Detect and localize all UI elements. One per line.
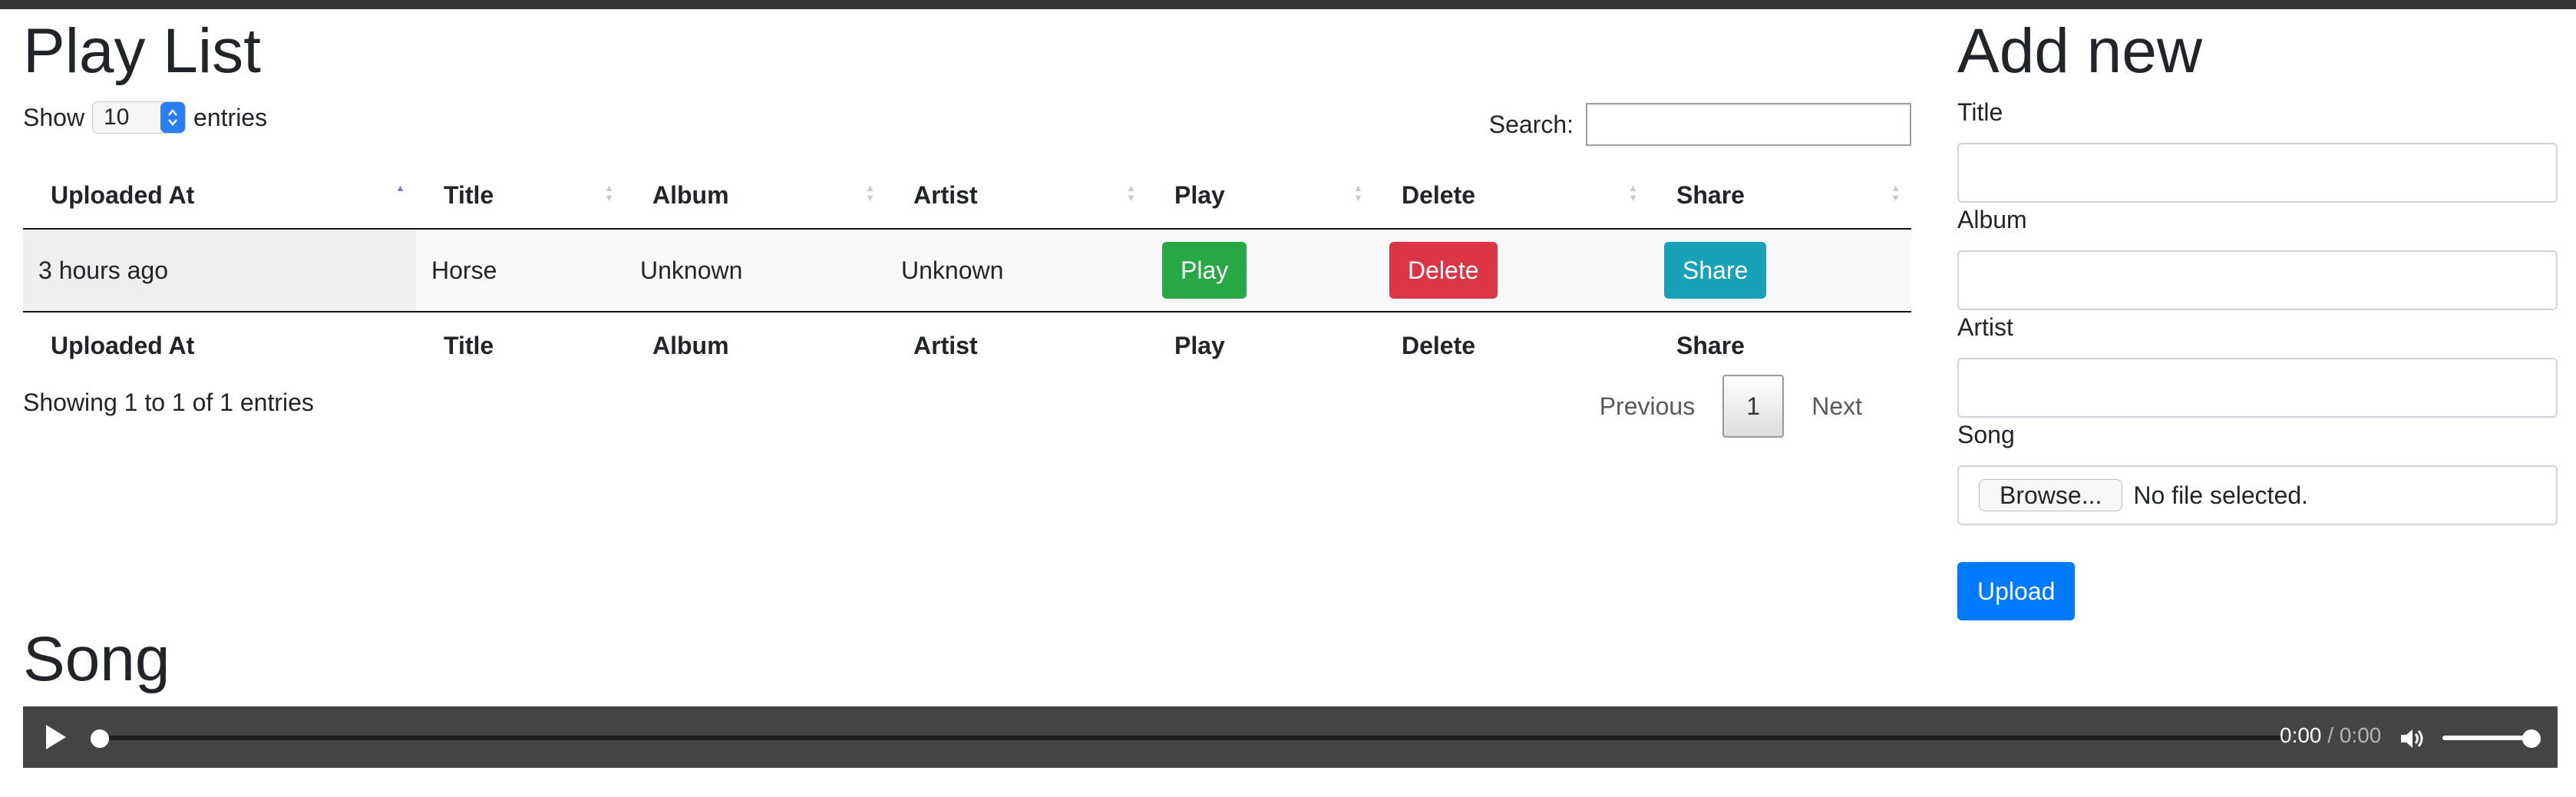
search-control: Search: xyxy=(1489,103,1911,146)
entries-select[interactable]: 10 xyxy=(92,101,187,134)
volume-handle[interactable] xyxy=(2522,729,2541,748)
browse-button[interactable]: Browse... xyxy=(1979,479,2123,511)
current-time: 0:00 xyxy=(2280,723,2322,747)
album-field[interactable] xyxy=(1957,250,2558,310)
sort-icon: ▲ ▼ xyxy=(1353,182,1363,203)
col-header-delete[interactable]: Delete ▲ ▼ xyxy=(1374,163,1649,230)
search-input[interactable] xyxy=(1586,103,1911,146)
table-footer-row: Uploaded At Title Album Artist Play Dele… xyxy=(23,311,1911,379)
time-display: 0:00 / 0:00 xyxy=(2280,723,2381,748)
entries-select-value: 10 xyxy=(104,104,130,130)
table-header-row: Uploaded At ▲ Title ▲ ▼ Album ▲ ▼ Artist ▲ ▼ Pl… xyxy=(23,163,1911,230)
col-header-album[interactable]: Album ▲ ▼ xyxy=(625,163,886,230)
seek-track[interactable] xyxy=(97,736,2284,740)
col-header-share[interactable]: Share ▲ ▼ xyxy=(1649,163,1911,230)
artist-field[interactable] xyxy=(1957,358,2558,418)
add-new-title: Add new xyxy=(1957,16,2203,86)
search-label: Search: xyxy=(1488,110,1574,138)
footer-title: Title xyxy=(416,311,625,379)
select-arrows-icon xyxy=(160,102,186,133)
cell-play: Play xyxy=(1147,229,1374,312)
duration: 0:00 xyxy=(2339,723,2382,747)
table-info: Showing 1 to 1 of 1 entries xyxy=(23,389,314,416)
audio-player: 0:00 / 0:00 xyxy=(23,706,2558,768)
playlist-title: Play List xyxy=(23,16,261,86)
album-label: Album xyxy=(1957,206,2027,233)
pagination-next[interactable]: Next xyxy=(1788,392,1885,421)
pagination: Previous 1 Next xyxy=(1577,375,1885,438)
cell-album: Unknown xyxy=(625,229,886,312)
cell-share: Share xyxy=(1649,229,1911,312)
pagination-previous[interactable]: Previous xyxy=(1577,392,1719,421)
song-label: Song xyxy=(1957,421,2015,448)
footer-uploaded-at: Uploaded At xyxy=(23,311,416,379)
col-header-uploaded-at[interactable]: Uploaded At ▲ xyxy=(23,163,416,230)
footer-play: Play xyxy=(1147,311,1374,379)
delete-button[interactable]: Delete xyxy=(1389,242,1498,299)
volume-track[interactable] xyxy=(2442,736,2527,740)
col-header-title[interactable]: Title ▲ ▼ xyxy=(416,163,625,230)
seek-handle[interactable] xyxy=(91,729,109,748)
cell-artist: Unknown xyxy=(886,229,1147,312)
cell-delete: Delete xyxy=(1374,229,1649,312)
cell-title: Horse xyxy=(416,229,625,312)
file-status: No file selected. xyxy=(2133,481,2309,509)
sort-icon: ▲ ▼ xyxy=(865,182,875,203)
pagination-page-1[interactable]: 1 xyxy=(1722,375,1785,438)
table-row: 3 hours ago Horse Unknown Unknown Play D… xyxy=(23,229,1911,312)
footer-artist: Artist xyxy=(886,311,1147,379)
sort-icon: ▲ ▼ xyxy=(1628,182,1638,203)
play-icon[interactable] xyxy=(46,725,66,749)
share-button[interactable]: Share xyxy=(1664,242,1767,299)
col-header-play[interactable]: Play ▲ ▼ xyxy=(1147,163,1374,230)
song-file-input: Browse... No file selected. xyxy=(1957,465,2558,525)
browser-top-strip xyxy=(0,0,2576,9)
artist-label: Artist xyxy=(1957,313,2013,341)
updown-chevron-icon xyxy=(168,109,178,126)
sort-icon: ▲ ▼ xyxy=(1891,182,1901,203)
footer-delete: Delete xyxy=(1374,311,1649,379)
volume-icon[interactable] xyxy=(2398,725,2426,752)
title-field[interactable] xyxy=(1957,143,2558,203)
length-suffix: entries xyxy=(193,103,268,131)
sort-ascending-icon: ▲ xyxy=(395,182,405,193)
song-title: Song xyxy=(23,624,170,694)
time-separator: / xyxy=(2321,723,2340,747)
sort-icon: ▲ ▼ xyxy=(604,182,614,203)
entries-length-control: Show 10 entries xyxy=(23,101,267,134)
sort-icon: ▲ ▼ xyxy=(1126,182,1136,203)
col-header-artist[interactable]: Artist ▲ ▼ xyxy=(886,163,1147,230)
footer-share: Share xyxy=(1649,311,1911,379)
cell-uploaded-at: 3 hours ago xyxy=(23,229,416,312)
play-button[interactable]: Play xyxy=(1162,242,1247,299)
length-prefix: Show xyxy=(23,103,85,131)
footer-album: Album xyxy=(625,311,886,379)
playlist-table: Uploaded At ▲ Title ▲ ▼ Album ▲ ▼ Artist ▲ ▼ Pl… xyxy=(23,163,1911,379)
title-label: Title xyxy=(1957,98,2003,126)
upload-button[interactable]: Upload xyxy=(1957,562,2076,620)
